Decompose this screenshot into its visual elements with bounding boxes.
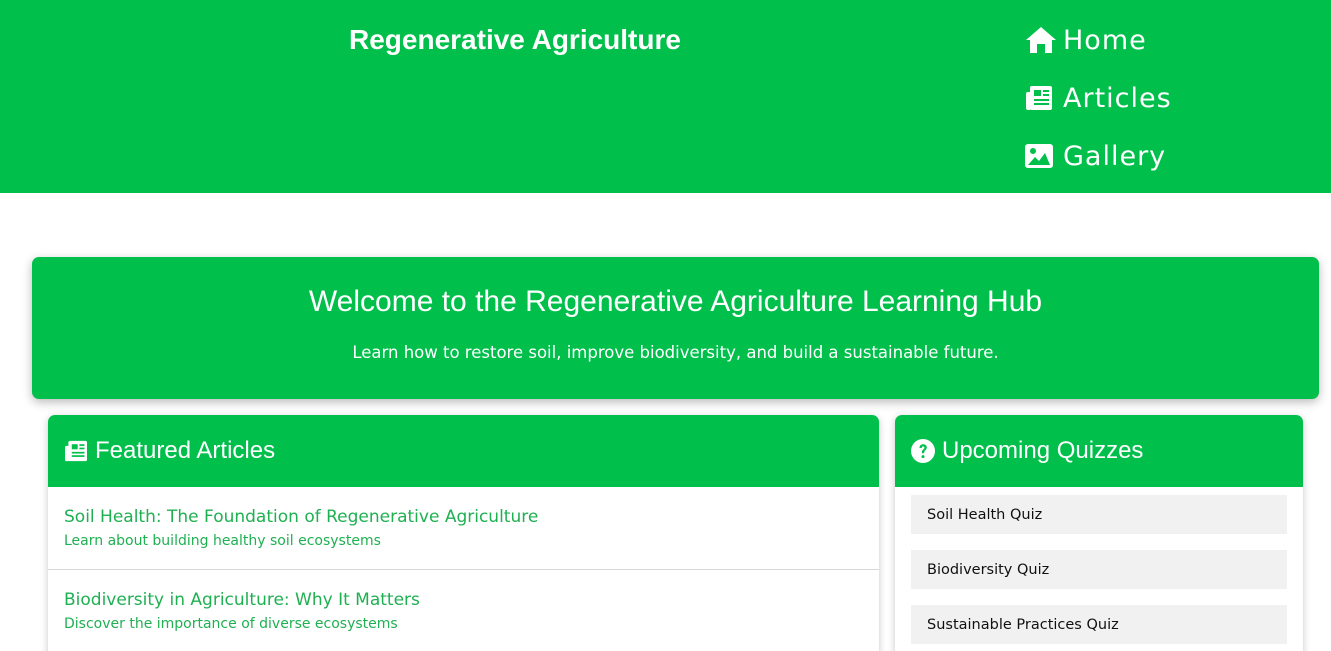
hero-title: Welcome to the Regenerative Agriculture … (308, 285, 1043, 318)
home-icon (1025, 24, 1057, 56)
newspaper-icon (1025, 82, 1057, 114)
quiz-item[interactable]: Biodiversity Quiz (911, 550, 1287, 589)
featured-articles-heading: Featured Articles (95, 437, 276, 464)
nav-articles[interactable]: Articles (1025, 80, 1172, 116)
quiz-item[interactable]: Sustainable Practices Quiz (911, 605, 1287, 644)
upcoming-quizzes-card: Upcoming Quizzes Soil Health Quiz Biodiv… (895, 415, 1303, 651)
nav-gallery[interactable]: Gallery (1025, 138, 1172, 174)
nav-gallery-label: Gallery (1063, 140, 1167, 172)
site-header: Regenerative Agriculture Home Articles G… (0, 0, 1331, 193)
question-circle-icon (911, 439, 935, 463)
featured-articles-header: Featured Articles (48, 415, 879, 487)
nav-home-label: Home (1063, 24, 1147, 56)
article-description: Discover the importance of diverse ecosy… (64, 616, 398, 632)
featured-articles-card: Featured Articles Soil Health: The Found… (48, 415, 879, 651)
quiz-list: Soil Health Quiz Biodiversity Quiz Susta… (895, 487, 1303, 644)
site-title: Regenerative Agriculture (349, 24, 681, 55)
article-item[interactable]: Soil Health: The Foundation of Regenerat… (48, 487, 879, 570)
hero-subtitle: Learn how to restore soil, improve biodi… (352, 343, 999, 362)
main-nav: Home Articles Gallery (1025, 22, 1172, 196)
article-title: Biodiversity in Agriculture: Why It Matt… (64, 590, 420, 610)
newspaper-icon (64, 439, 88, 463)
upcoming-quizzes-header: Upcoming Quizzes (895, 415, 1303, 487)
hero-banner: Welcome to the Regenerative Agriculture … (32, 257, 1319, 399)
nav-home[interactable]: Home (1025, 22, 1172, 58)
quiz-item[interactable]: Soil Health Quiz (911, 495, 1287, 534)
image-icon (1025, 140, 1057, 172)
nav-articles-label: Articles (1063, 82, 1172, 114)
article-description: Learn about building healthy soil ecosys… (64, 533, 381, 549)
article-item[interactable]: Biodiversity in Agriculture: Why It Matt… (48, 570, 879, 651)
article-title: Soil Health: The Foundation of Regenerat… (64, 507, 539, 527)
upcoming-quizzes-heading: Upcoming Quizzes (942, 437, 1144, 464)
